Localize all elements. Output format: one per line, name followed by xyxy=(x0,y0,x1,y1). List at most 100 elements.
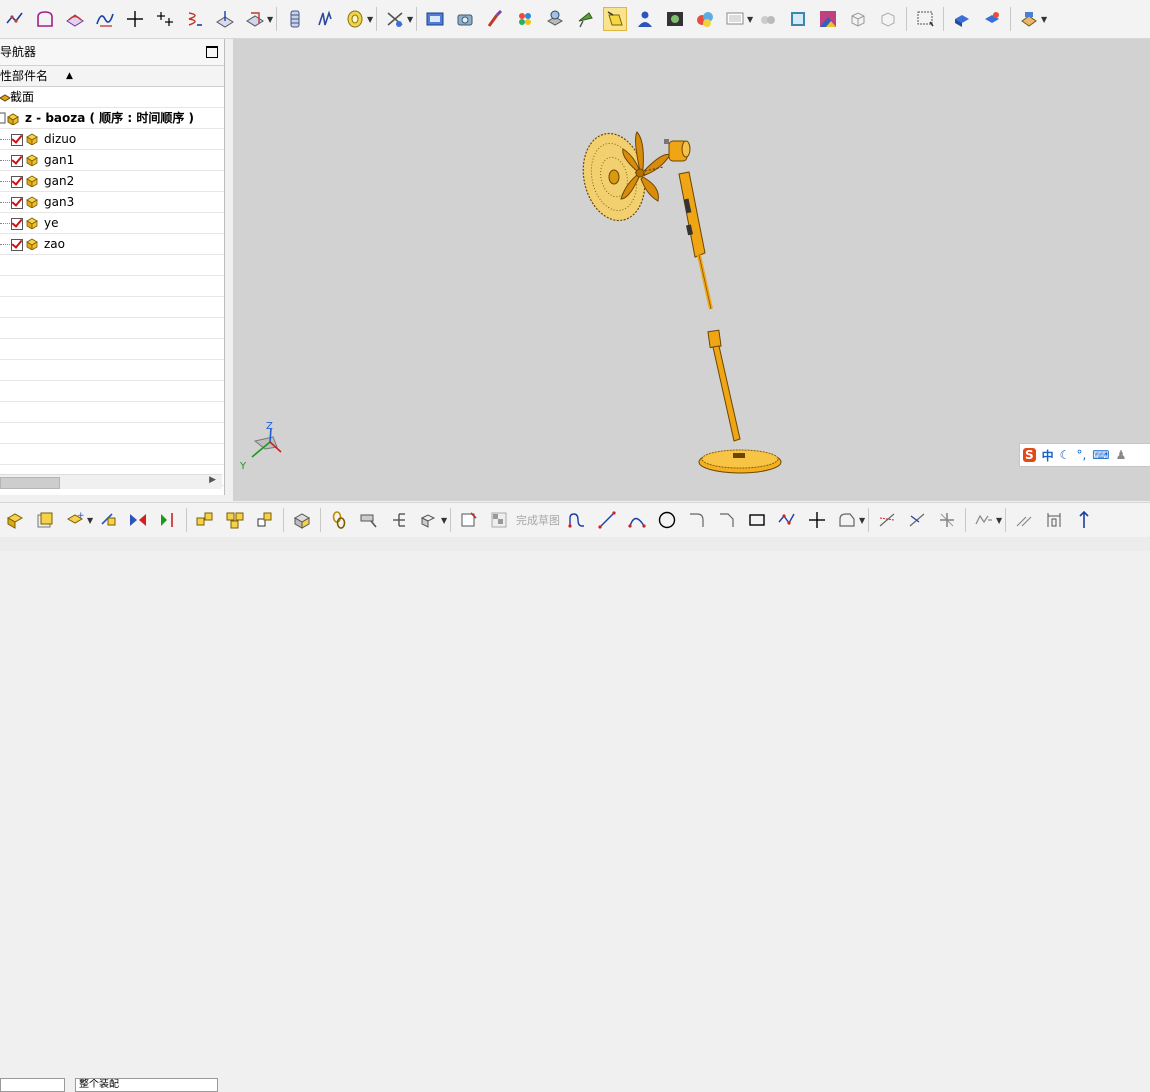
graphics-viewport[interactable]: Z Y xyxy=(233,39,1150,501)
coil-spring-icon[interactable] xyxy=(314,8,336,30)
line-icon[interactable] xyxy=(596,509,618,531)
user-icon[interactable]: ♟ xyxy=(1116,448,1127,462)
gradient-image-icon[interactable] xyxy=(817,8,839,30)
spring-icon[interactable] xyxy=(284,8,306,30)
toolbar-dropdown-caret[interactable]: ▼ xyxy=(1041,15,1047,24)
toolbar-dropdown-caret[interactable]: ▼ xyxy=(87,516,93,525)
display-window-icon[interactable] xyxy=(724,8,746,30)
toolbar-dropdown-caret[interactable]: ▼ xyxy=(996,516,1002,525)
tree-branch-icon[interactable] xyxy=(388,509,410,531)
polygon-icon[interactable] xyxy=(836,509,858,531)
plane-curve-icon[interactable] xyxy=(64,8,86,30)
studio-spline-icon[interactable] xyxy=(776,509,798,531)
mirror-assembly-icon[interactable] xyxy=(127,509,149,531)
keyboard-icon[interactable]: ⌨ xyxy=(1092,448,1109,462)
cube-group-icon[interactable] xyxy=(418,509,440,531)
rectangle-icon[interactable] xyxy=(746,509,768,531)
visibility-checkbox[interactable] xyxy=(11,218,23,230)
tree-row-section[interactable]: 截面 xyxy=(0,87,224,108)
offset-curve-icon[interactable] xyxy=(973,509,995,531)
scroll-right-arrow-icon[interactable]: ▶ xyxy=(209,475,216,485)
pattern-component-icon[interactable] xyxy=(224,509,246,531)
fillet-icon[interactable] xyxy=(686,509,708,531)
maximize-icon[interactable] xyxy=(206,46,218,58)
wireframe-cube-icon[interactable] xyxy=(847,8,869,30)
toolbar-dropdown-caret[interactable]: ▼ xyxy=(859,516,865,525)
toolbar-dropdown-caret[interactable]: ▼ xyxy=(407,15,413,24)
route-tools-icon[interactable] xyxy=(384,8,406,30)
studio-image-icon[interactable] xyxy=(664,8,686,30)
color-palette-icon[interactable] xyxy=(514,8,536,30)
ime-status-bar[interactable]: S 中 ☾ °, ⌨ ♟ xyxy=(1019,443,1150,467)
component-icon[interactable] xyxy=(4,509,26,531)
sketch-icon[interactable] xyxy=(458,509,480,531)
visibility-checkbox[interactable] xyxy=(11,197,23,209)
visibility-checkbox[interactable] xyxy=(11,239,23,251)
new-component-icon[interactable]: + xyxy=(64,509,86,531)
moon-icon[interactable]: ☾ xyxy=(1060,448,1071,462)
hidden-edge-cube-icon[interactable] xyxy=(877,8,899,30)
finish-sketch-flag-icon[interactable] xyxy=(488,509,510,531)
ime-mode[interactable]: 中 xyxy=(1042,447,1054,464)
bearing-icon[interactable] xyxy=(344,8,366,30)
sort-ascending-icon[interactable]: ▲ xyxy=(66,66,73,86)
assembly-constraint-icon[interactable] xyxy=(157,509,179,531)
scrollbar-thumb[interactable] xyxy=(0,477,60,489)
helix-icon[interactable] xyxy=(184,8,206,30)
camera-icon[interactable] xyxy=(454,8,476,30)
quick-trim-icon[interactable] xyxy=(876,509,898,531)
point-icon[interactable] xyxy=(124,8,146,30)
tree-row-component[interactable]: gan2 xyxy=(0,171,224,192)
vertical-dimension-icon[interactable] xyxy=(1073,509,1095,531)
toolbar-dropdown-caret[interactable]: ▼ xyxy=(747,15,753,24)
horizontal-scrollbar[interactable]: ▶ xyxy=(0,474,222,489)
dimension-icon[interactable] xyxy=(1043,509,1065,531)
scope-field[interactable]: 整个装配 xyxy=(75,1078,218,1092)
add-component-icon[interactable] xyxy=(34,509,56,531)
assembly-navigator-icon[interactable] xyxy=(951,8,973,30)
sphere-render-icon[interactable] xyxy=(694,8,716,30)
shaded-cubes-icon[interactable] xyxy=(757,8,779,30)
view-tools-icon[interactable] xyxy=(1018,8,1040,30)
tree-row-component[interactable]: gan1 xyxy=(0,150,224,171)
sketch-curve-icon[interactable] xyxy=(4,8,26,30)
tree-row-component[interactable]: ye xyxy=(0,213,224,234)
visibility-checkbox[interactable] xyxy=(11,176,23,188)
toolbar-dropdown-caret[interactable]: ▼ xyxy=(267,15,273,24)
quick-extend-icon[interactable] xyxy=(906,509,928,531)
profile-icon[interactable] xyxy=(566,509,588,531)
lamp-icon[interactable] xyxy=(574,8,596,30)
tree-row-component[interactable]: zao xyxy=(0,234,224,255)
material-icon[interactable] xyxy=(544,8,566,30)
user-figure-icon[interactable] xyxy=(634,8,656,30)
wave-link-icon[interactable] xyxy=(254,509,276,531)
animation-icon[interactable] xyxy=(424,8,446,30)
spline-icon[interactable] xyxy=(94,8,116,30)
toolbar-dropdown-caret[interactable]: ▼ xyxy=(367,15,373,24)
geometric-constraint-icon[interactable] xyxy=(1013,509,1035,531)
circle-icon[interactable] xyxy=(656,509,678,531)
tree-row-root-assembly[interactable]: z - baoza ( 顺序 : 时间顺序 ) xyxy=(0,108,224,129)
intersect-curve-icon[interactable] xyxy=(244,8,266,30)
pipe-connector-icon[interactable] xyxy=(358,509,380,531)
selection-frame-icon[interactable] xyxy=(914,8,936,30)
assembly-sequence-icon[interactable] xyxy=(291,509,313,531)
link-chain-icon[interactable] xyxy=(328,509,350,531)
toolbar-dropdown-caret[interactable]: ▼ xyxy=(441,516,447,525)
point-set-icon[interactable] xyxy=(154,8,176,30)
solid-box-icon[interactable] xyxy=(787,8,809,30)
paint-brush-icon[interactable] xyxy=(484,8,506,30)
tree-row-component[interactable]: dizuo xyxy=(0,129,224,150)
tree-row-component[interactable]: gan3 xyxy=(0,192,224,213)
chamfer-icon[interactable] xyxy=(716,509,738,531)
spotlight-icon[interactable] xyxy=(603,7,627,31)
exploded-view-icon[interactable] xyxy=(194,509,216,531)
face-shape-icon[interactable] xyxy=(34,8,56,30)
sketch-point-icon[interactable] xyxy=(806,509,828,531)
make-corner-icon[interactable] xyxy=(936,509,958,531)
punctuation-icon[interactable]: °, xyxy=(1076,448,1086,462)
part-navigator-icon[interactable] xyxy=(981,8,1003,30)
type-filter-field[interactable] xyxy=(0,1078,65,1092)
visibility-checkbox[interactable] xyxy=(11,155,23,167)
visibility-checkbox[interactable] xyxy=(11,134,23,146)
